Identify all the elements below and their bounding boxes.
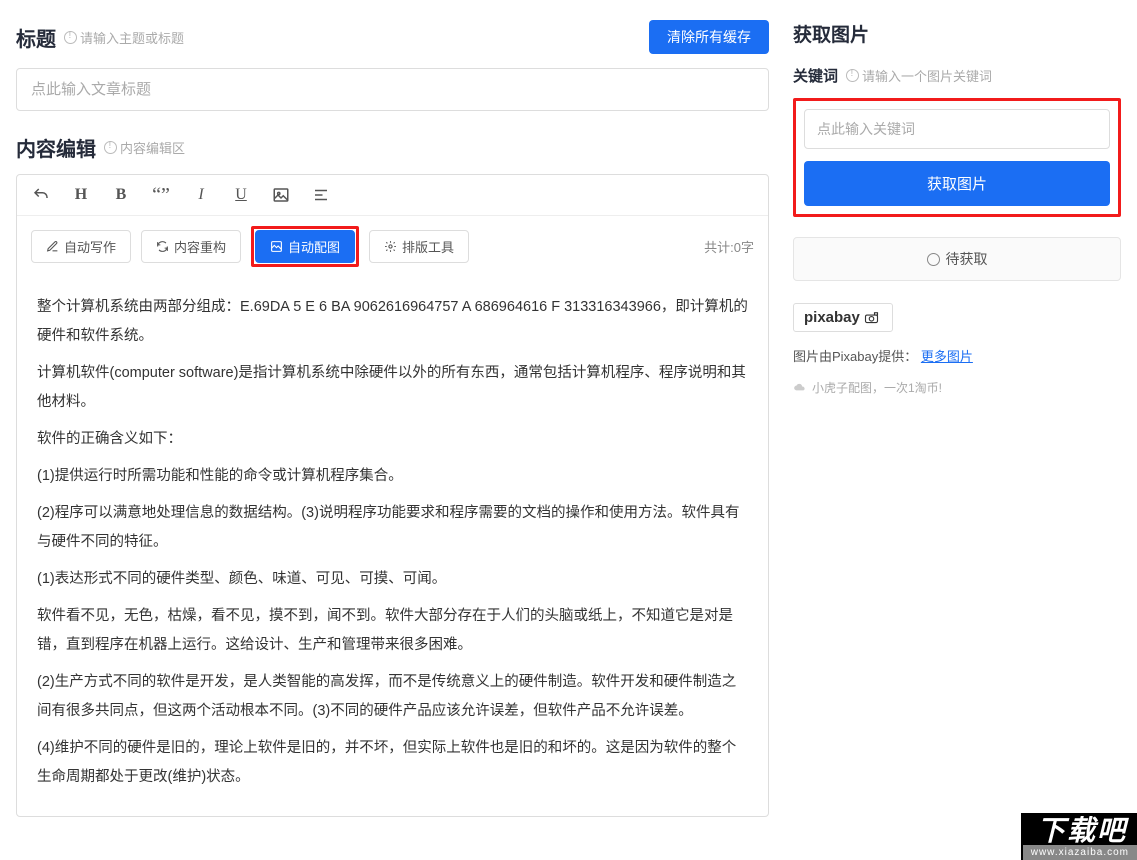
image-icon[interactable] <box>271 185 291 205</box>
heading-icon[interactable]: H <box>71 185 91 205</box>
info-icon <box>104 141 117 154</box>
italic-icon[interactable]: I <box>191 185 211 205</box>
provider-text: 图片由Pixabay提供： 更多图片 <box>793 346 1121 365</box>
editor-content[interactable]: 整个计算机系统由两部分组成：E.69DA 5 E 6 BA 9062616964… <box>17 277 768 816</box>
quote-icon[interactable]: “” <box>151 185 171 205</box>
keyword-input[interactable] <box>804 109 1110 149</box>
paragraph: (1)表达形式不同的硬件类型、颜色、味道、可见、可摸、可闻。 <box>37 565 748 594</box>
keyword-highlight-box: 获取图片 <box>793 98 1121 217</box>
auto-image-highlight: 自动配图 <box>251 226 359 267</box>
paragraph: (2)程序可以满意地处理信息的数据结构。(3)说明程序功能要求和程序需要的文档的… <box>37 499 748 557</box>
info-icon <box>846 69 859 82</box>
article-title-input[interactable] <box>16 68 769 111</box>
align-icon[interactable] <box>311 185 331 205</box>
underline-icon[interactable]: U <box>231 185 251 205</box>
toolbar: H B “” I U <box>17 175 768 216</box>
more-images-link[interactable]: 更多图片 <box>921 349 973 364</box>
keyword-hint: 请输入一个图片关键词 <box>846 66 992 85</box>
circle-icon <box>927 253 940 266</box>
pixabay-badge: pixabay <box>793 303 893 332</box>
watermark-url: www.xiazaiba.com <box>1023 845 1137 860</box>
paragraph: (4)维护不同的硬件是旧的，理论上软件是旧的，并不坏，但实际上软件也是旧的和坏的… <box>37 734 748 792</box>
watermark-text: 下载吧 <box>1021 813 1137 845</box>
clear-cache-button[interactable]: 清除所有缓存 <box>649 20 769 54</box>
pending-status[interactable]: 待获取 <box>793 237 1121 281</box>
paragraph: 整个计算机系统由两部分组成：E.69DA 5 E 6 BA 9062616964… <box>37 293 748 351</box>
editor-box: H B “” I U 自动写作 <box>16 174 769 817</box>
fetch-image-heading: 获取图片 <box>793 20 1121 47</box>
info-icon <box>64 31 77 44</box>
auto-image-button[interactable]: 自动配图 <box>255 230 355 263</box>
title-hint: 请输入主题或标题 <box>64 28 184 47</box>
paragraph: 软件看不见，无色，枯燥，看不见，摸不到，闻不到。软件大部分存在于人们的头脑或纸上… <box>37 602 748 660</box>
restructure-button[interactable]: 内容重构 <box>141 230 241 263</box>
paragraph: 计算机软件(computer software)是指计算机系统中除硬件以外的所有… <box>37 359 748 417</box>
layout-tool-button[interactable]: 排版工具 <box>369 230 469 263</box>
fetch-image-button[interactable]: 获取图片 <box>804 161 1110 206</box>
cloud-icon <box>793 383 807 393</box>
watermark: 下载吧 www.xiazaiba.com <box>1021 813 1137 860</box>
keyword-label: 关键词 <box>793 65 838 86</box>
paragraph: (2)生产方式不同的软件是开发，是人类智能的高发挥，而不是传统意义上的硬件制造。… <box>37 668 748 726</box>
camera-icon <box>864 312 882 324</box>
paragraph: 软件的正确含义如下： <box>37 425 748 454</box>
content-heading: 内容编辑 <box>16 133 96 162</box>
bold-icon[interactable]: B <box>111 185 131 205</box>
undo-icon[interactable] <box>31 185 51 205</box>
paragraph: (1)提供运行时所需功能和性能的命令或计算机程序集合。 <box>37 462 748 491</box>
action-row: 自动写作 内容重构 自动配图 <box>17 216 768 277</box>
content-hint: 内容编辑区 <box>104 138 185 157</box>
title-header: 标题 请输入主题或标题 清除所有缓存 <box>16 20 769 54</box>
title-heading: 标题 <box>16 23 56 52</box>
taobao-note: 小虎子配图，一次1淘币! <box>793 379 1121 396</box>
auto-write-button[interactable]: 自动写作 <box>31 230 131 263</box>
word-count: 共计:0字 <box>704 237 754 256</box>
